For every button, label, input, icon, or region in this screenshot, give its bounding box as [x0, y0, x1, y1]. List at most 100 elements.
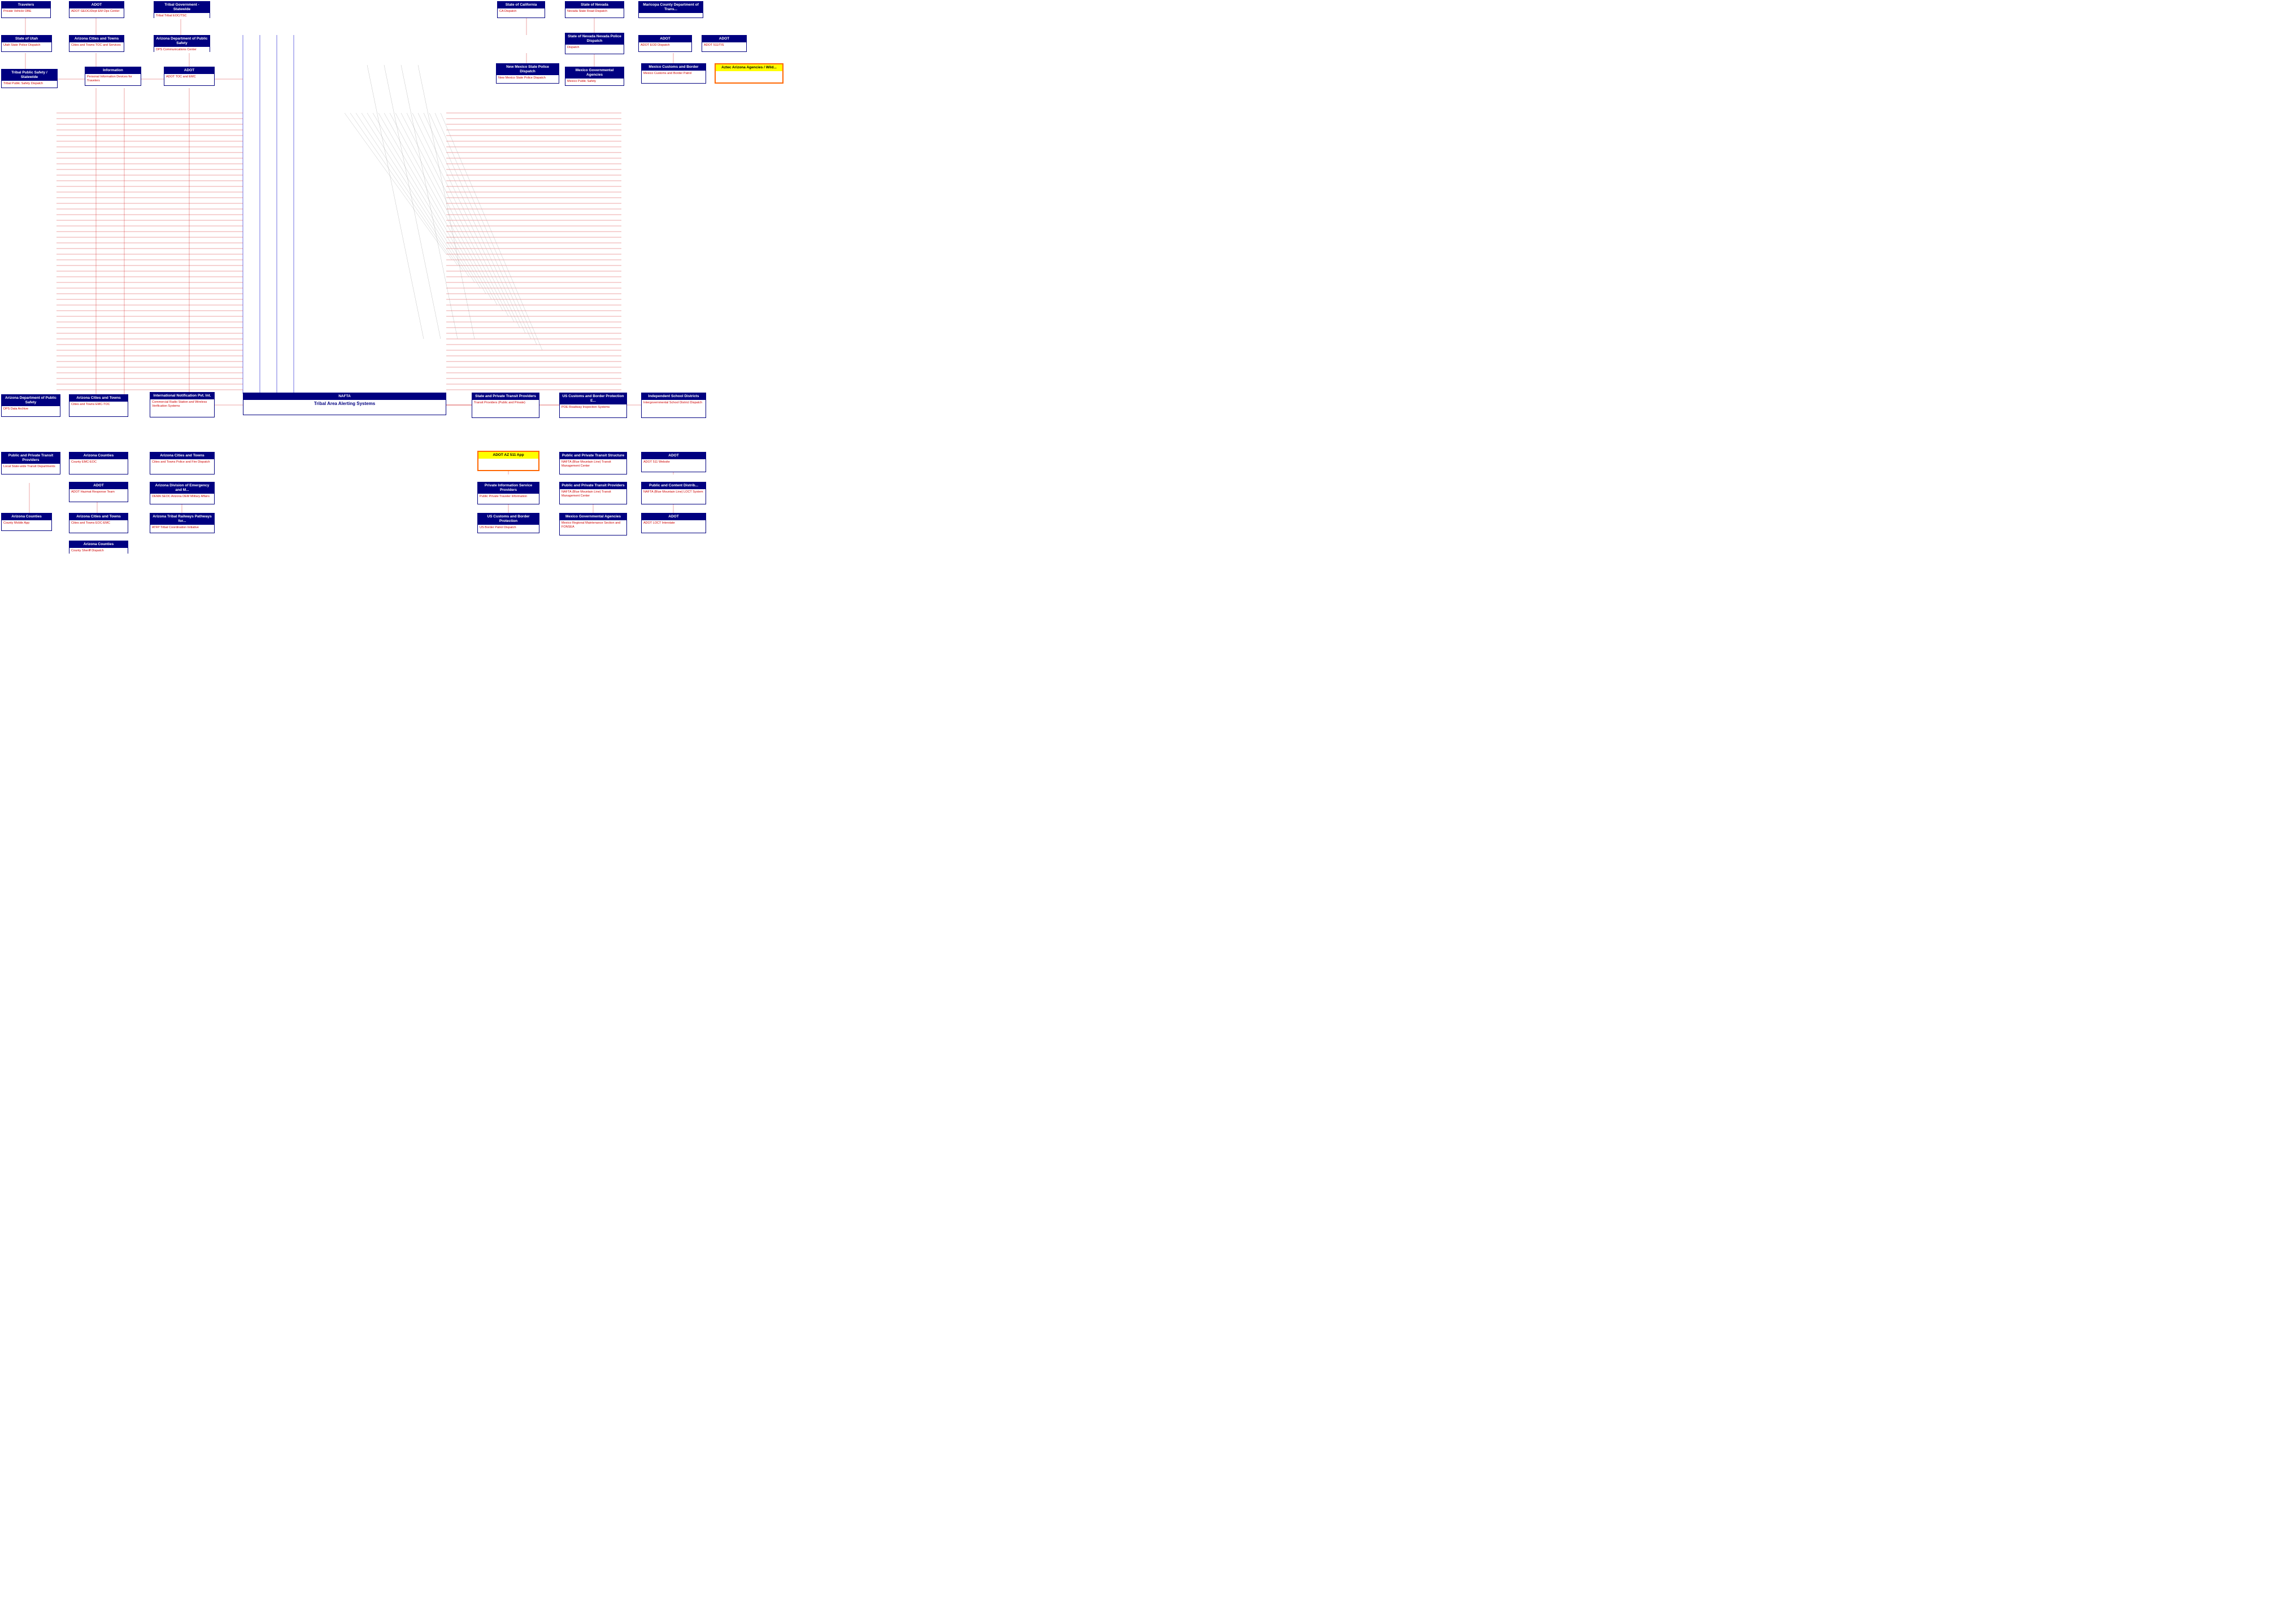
node-az-county-sheriff-header: Arizona Counties [69, 541, 128, 548]
node-state-pvt-transit-header: State and Private Transit Providers [472, 393, 539, 400]
node-state-nevada: State of Nevada Nevada State Road Dispat… [565, 1, 624, 18]
node-mexico-gov: Mexico Governmental Agencies Mexico Publ… [565, 67, 624, 86]
node-az-cities: Arizona Cities and Towns Cities and Town… [69, 35, 124, 52]
node-az-cities-fire-header: Arizona Cities and Towns [150, 452, 214, 459]
node-az-cities-emc: Arizona Cities and Towns Cities and Town… [69, 394, 128, 417]
node-az-counties-emc: Arizona Counties County EMC-EOC [69, 452, 128, 474]
node-adot-511-app: ADOT AZ 511 App [477, 451, 539, 471]
node-maricopa-dot-body [639, 13, 703, 18]
node-travelers-body: Private Vehicle OBE [2, 8, 50, 18]
node-adot-toc-header: ADOT [164, 67, 214, 74]
node-az-county-mobile-header: Arizona Counties [2, 513, 51, 520]
node-mexico-gov-body: Mexico Public Safety [565, 79, 624, 85]
node-pvt-traveler-body: Public Private Traveler Information [478, 494, 539, 504]
node-school-district-header: Independent School Districts [642, 393, 706, 400]
node-adot-haz-header: ADOT [69, 482, 128, 489]
node-adot-511-app-body [478, 459, 538, 470]
node-mexico-customs: Mexico Customs and Border Mexico Customs… [641, 63, 706, 84]
node-travelers-header: Travelers [2, 2, 50, 8]
node-az-cities-fire-body: Cities and Towns Police and Fire Dispatc… [150, 459, 214, 474]
node-tribal-pub-safety-body: Tribal Public Safety Dispatch [2, 81, 57, 88]
node-adot-511-app-header: ADOT AZ 511 App [478, 452, 538, 459]
node-nafta-mtn-transit: Public and Private Transit Structure NAF… [559, 452, 627, 474]
node-az-county-sheriff-body: County Sheriff Dispatch [69, 548, 128, 554]
node-az-tribal-railways: Arizona Tribal Railways Pathways for... … [150, 513, 215, 533]
node-state-pvt-transit: State and Private Transit Providers Tran… [472, 393, 539, 418]
node-az-dept-pub-safety-header: Arizona Department of Public Safety [154, 36, 210, 47]
node-mexico-regional: Mexico Governmental Agencies Mexico Regi… [559, 513, 627, 535]
node-adot-511-website-body: ADOT 511 Website [642, 459, 706, 472]
node-personal-info-body: Personal Information Devices for Travele… [85, 74, 141, 85]
node-aztec-arizona: Aztec Arizona Agencies / Wild... [715, 63, 783, 84]
node-nafta-mtn-pvt-body: NAFTA (Blue Mountain Line) Transit Manag… [560, 489, 626, 504]
node-az-cities-emc-header: Arizona Cities and Towns [69, 395, 128, 402]
node-poe-roadway-body: POE Roadway Inspection Systems [560, 404, 626, 417]
node-personal-info: Information Personal Information Devices… [85, 67, 141, 86]
node-aztec-arizona-body [716, 71, 782, 82]
node-az-tribal-railways-body: ATFP Tribal Coordination Initiative [150, 525, 214, 533]
node-local-transit-body: Local State-wide Transit Departments [2, 464, 60, 474]
node-mexico-regional-body: Mexico Regional Maintenance Section and … [560, 520, 626, 535]
node-intl-notification-header: International Notification Pvt. Int. [150, 393, 214, 399]
node-state-nevada-header: State of Nevada [565, 2, 624, 8]
node-tribal-gov-header: Tribal Government - Statewide [154, 2, 210, 13]
node-poe-roadway: US Customs and Border Protection E... PO… [559, 393, 627, 418]
node-mexico-regional-header: Mexico Governmental Agencies [560, 513, 626, 520]
node-tribal-alerting-body: Tribal Area Alerting Systems [243, 400, 446, 415]
node-nm-pub-safety-body: New Mexico State Police Dispatch [497, 75, 559, 83]
node-adot-eo-dispatch: ADOT ADOT EOD Dispatch [638, 35, 692, 52]
node-state-nevada-body: Nevada State Road Dispatch [565, 8, 624, 18]
node-mexico-customs-header: Mexico Customs and Border [642, 64, 706, 71]
node-state-california: State of California CA Dispatch [497, 1, 545, 18]
node-us-border-patrol-header: US Customs and Border Protection [478, 513, 539, 525]
node-adot-geoc: ADOT ADOT GEOC/Dept EM Ops Center [69, 1, 124, 18]
node-adot-511-top-body: ADOT 511/TIS [702, 42, 746, 51]
node-tribal-pub-safety-header: Tribal Public Safety / Statewide [2, 69, 57, 81]
node-az-county-sheriff: Arizona Counties County Sheriff Dispatch [69, 541, 128, 554]
node-adot-toc-body: ADOT TOC and EMC [164, 74, 214, 85]
node-tribal-pub-safety: Tribal Public Safety / Statewide Tribal … [1, 69, 58, 88]
node-tribal-gov: Tribal Government - Statewide Tribal Tri… [154, 1, 210, 18]
node-az-div-emergency-body: DEMA SEOC Arizona DEM Military Affairs [150, 494, 214, 504]
node-adot-511-top: ADOT ADOT 511/TIS [702, 35, 747, 52]
node-nafta-loct: Public and Content Distrib... NAFTA (Blu… [641, 482, 706, 504]
node-az-counties-emc-header: Arizona Counties [69, 452, 128, 459]
node-nm-pub-safety: New Mexico State Police Dispatch New Mex… [496, 63, 559, 84]
diagram-container: Travelers Private Vehicle OBE ADOT ADOT … [0, 0, 791, 554]
node-adot-511-website-header: ADOT [642, 452, 706, 459]
node-pvt-traveler-header: Private Information Service Providers [478, 482, 539, 494]
node-az-cities-fire: Arizona Cities and Towns Cities and Town… [150, 452, 215, 474]
node-us-border-patrol: US Customs and Border Protection US Bord… [477, 513, 539, 533]
node-tribal-alerting-header: NAFTA [243, 393, 446, 400]
node-az-dept-pub-safety: Arizona Department of Public Safety DPS … [154, 35, 210, 52]
node-state-pvt-transit-body: Transit Providers (Public and Private) [472, 400, 539, 417]
node-nm-pub-safety-header: New Mexico State Police Dispatch [497, 64, 559, 75]
node-adot-geoc-body: ADOT GEOC/Dept EM Ops Center [69, 8, 124, 18]
node-nafta-mtn-pvt: Public and Private Transit Providers NAF… [559, 482, 627, 504]
node-nv-dispatch-header: State of Nevada Nevada Police Dispatch [565, 33, 624, 45]
node-nafta-mtn-body: NAFTA (Blue Mountain Line) Transit Manag… [560, 459, 626, 474]
node-az-div-emergency: Arizona Division of Emergency and M... D… [150, 482, 215, 504]
node-school-district-body: Intergovernmental School District Dispat… [642, 400, 706, 417]
node-nv-dispatch-body: Dispatch [565, 45, 624, 54]
node-local-transit-header: Public and Private Transit Providers [2, 452, 60, 464]
node-intl-notification: International Notification Pvt. Int. Com… [150, 392, 215, 417]
node-az-dept-pub-safety-body: DPS Communications Center [154, 47, 210, 53]
node-adot-511-website: ADOT ADOT 511 Website [641, 452, 706, 472]
node-nafta-loct-header: Public and Content Distrib... [642, 482, 706, 489]
node-nafta-mtn-header: Public and Private Transit Structure [560, 452, 626, 459]
node-az-county-mobile-body: County Mobile App [2, 520, 51, 530]
node-nv-dispatch: State of Nevada Nevada Police Dispatch D… [565, 33, 624, 54]
node-us-border-patrol-body: US Border Patrol Dispatch [478, 525, 539, 533]
node-adot-toc: ADOT ADOT TOC and EMC [164, 67, 215, 86]
node-travelers: Travelers Private Vehicle OBE [1, 1, 51, 18]
node-az-cities-eoc-body: Cities and Towns EOC-EMC [69, 520, 128, 533]
node-az-tribal-railways-header: Arizona Tribal Railways Pathways for... [150, 513, 214, 525]
node-aztec-arizona-header: Aztec Arizona Agencies / Wild... [716, 64, 782, 71]
node-az-county-mobile: Arizona Counties County Mobile App [1, 513, 52, 531]
node-az-counties-emc-body: County EMC-EOC [69, 459, 128, 474]
node-mexico-gov-header: Mexico Governmental Agencies [565, 67, 624, 79]
node-az-dps-archive-body: DPS Data Archive [2, 406, 60, 416]
node-adot-loct: ADOT ADOT LOCT Interstate [641, 513, 706, 533]
node-poe-roadway-header: US Customs and Border Protection E... [560, 393, 626, 404]
